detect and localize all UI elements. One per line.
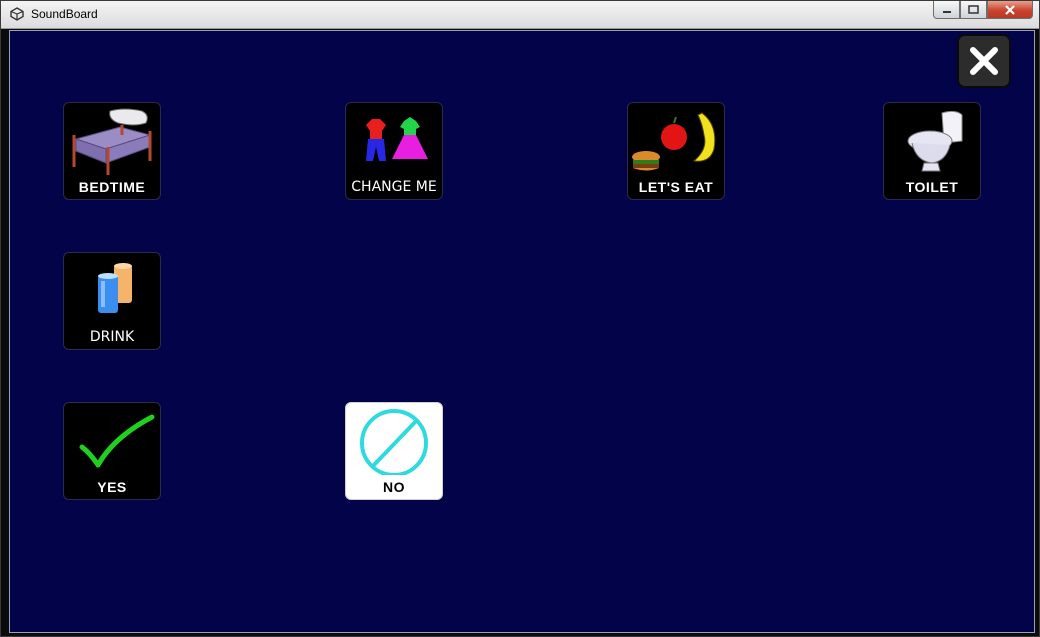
clothes-icon xyxy=(366,117,428,161)
food-icon xyxy=(632,112,716,171)
window-controls xyxy=(933,1,1033,20)
tile-label: CHANGE ME xyxy=(351,179,437,195)
tile-change-me[interactable]: CHANGE ME xyxy=(345,102,443,200)
tile-label: NO xyxy=(383,479,405,495)
soundboard-stage: BEDTIME CHANGE ME LET'S EAT TOILET DRINK… xyxy=(9,30,1035,633)
window-close-button[interactable] xyxy=(987,1,1033,19)
minimize-button[interactable] xyxy=(933,1,960,19)
bed-icon xyxy=(72,108,152,175)
unity-app-icon xyxy=(10,7,24,21)
tile-label: BEDTIME xyxy=(78,179,146,195)
tile-label: DRINK xyxy=(89,329,135,345)
maximize-icon xyxy=(968,5,979,14)
maximize-button[interactable] xyxy=(960,1,987,19)
cups-icon xyxy=(98,263,132,313)
app-window: SoundBoard BEDTIME CHANGE ME LET'S EAT T… xyxy=(0,0,1040,637)
tile-label: LET'S EAT xyxy=(638,179,714,195)
tile-bedtime[interactable]: BEDTIME xyxy=(63,102,161,200)
close-x-icon xyxy=(970,47,998,75)
tile-lets-eat[interactable]: LET'S EAT xyxy=(627,102,725,200)
tile-label: TOILET xyxy=(905,179,959,195)
tile-toilet[interactable]: TOILET xyxy=(883,102,981,200)
toilet-icon xyxy=(907,110,963,172)
close-icon xyxy=(1005,4,1015,15)
exit-button[interactable] xyxy=(957,34,1011,88)
window-title: SoundBoard xyxy=(31,7,98,21)
tile-drink[interactable]: DRINK xyxy=(63,252,161,350)
title-bar[interactable]: SoundBoard xyxy=(1,1,1039,29)
no-sign-icon xyxy=(360,409,428,475)
tile-label: YES xyxy=(97,479,127,495)
tile-no[interactable]: NO xyxy=(345,402,443,500)
tile-yes[interactable]: YES xyxy=(63,402,161,500)
checkmark-icon xyxy=(79,414,155,468)
minimize-icon xyxy=(942,10,951,13)
